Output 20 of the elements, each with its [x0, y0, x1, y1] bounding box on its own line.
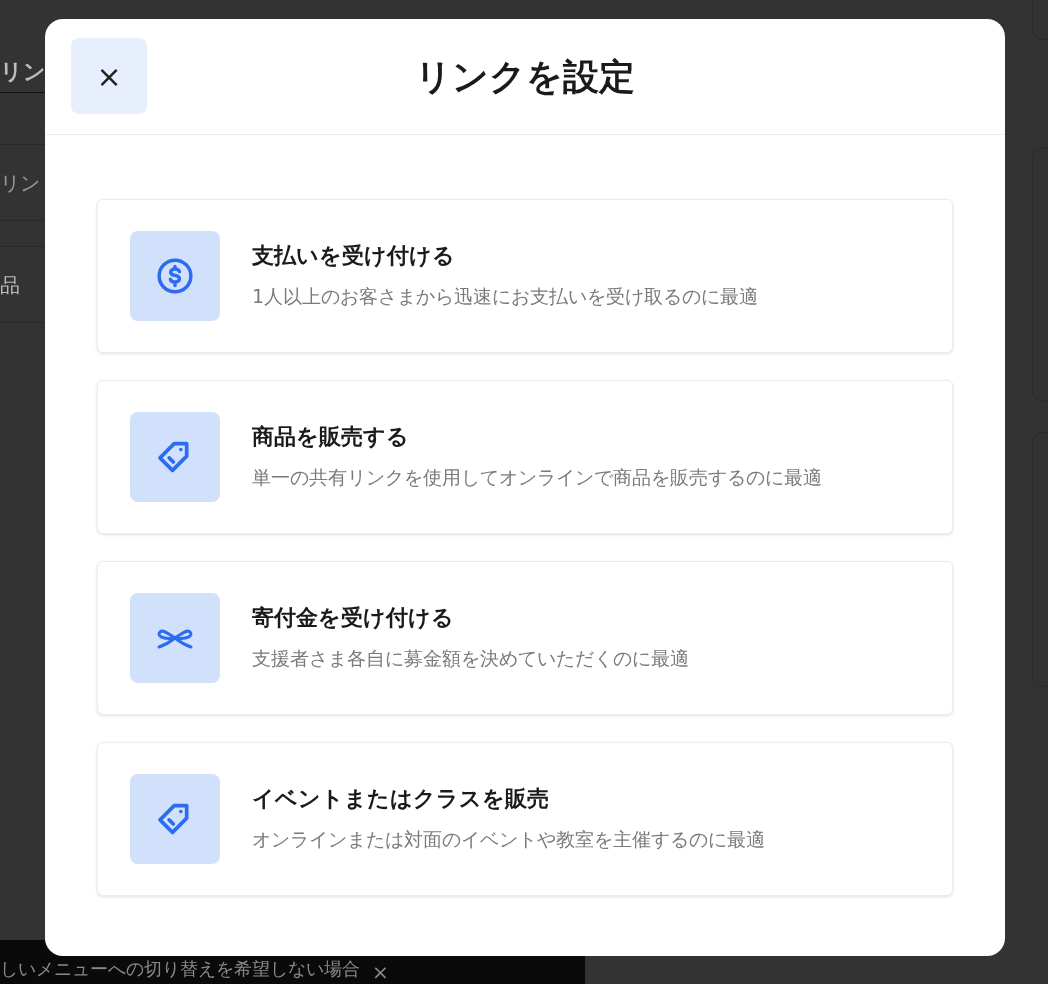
option-card[interactable]: 支払いを受け付ける 1人以上のお客さまから迅速にお支払いを受け取るのに最適 [97, 199, 953, 353]
option-title: 支払いを受け付ける [252, 241, 456, 270]
option-description: オンラインまたは対面のイベントや教室を主催するのに最適 [252, 826, 766, 852]
option-card[interactable]: 商品を販売する 単一の共有リンクを使用してオンラインで商品を販売するのに最適 [97, 380, 953, 534]
dialog-title: リンクを設定 [415, 54, 635, 99]
close-button[interactable]: × [71, 38, 147, 114]
option-description: 単一の共有リンクを使用してオンラインで商品を販売するのに最適 [252, 464, 823, 490]
option-card[interactable]: 寄付金を受け付ける 支援者さま各自に募金額を決めていただくのに最適 [97, 561, 953, 715]
page-heading: リン [0, 58, 46, 86]
text-input[interactable]: リン [0, 167, 45, 198]
row-label: 品 [0, 271, 20, 299]
option-description: 支援者さま各自に募金額を決めていただくのに最適 [252, 645, 690, 671]
dollar-icon [156, 257, 194, 295]
option-title: イベントまたはクラスを販売 [252, 784, 550, 813]
option-card[interactable]: イベントまたはクラスを販売 オンラインまたは対面のイベントや教室を主催するのに最適 [97, 742, 953, 896]
close-button[interactable]: × [372, 962, 389, 982]
option-title: 寄付金を受け付ける [252, 603, 455, 632]
banner-text: しいメニューへの切り替えを希望しない場合 [0, 957, 360, 981]
option-description: 1人以上のお客さまから迅速にお支払いを受け取るのに最適 [252, 283, 760, 309]
option-title: 商品を販売する [252, 422, 410, 451]
